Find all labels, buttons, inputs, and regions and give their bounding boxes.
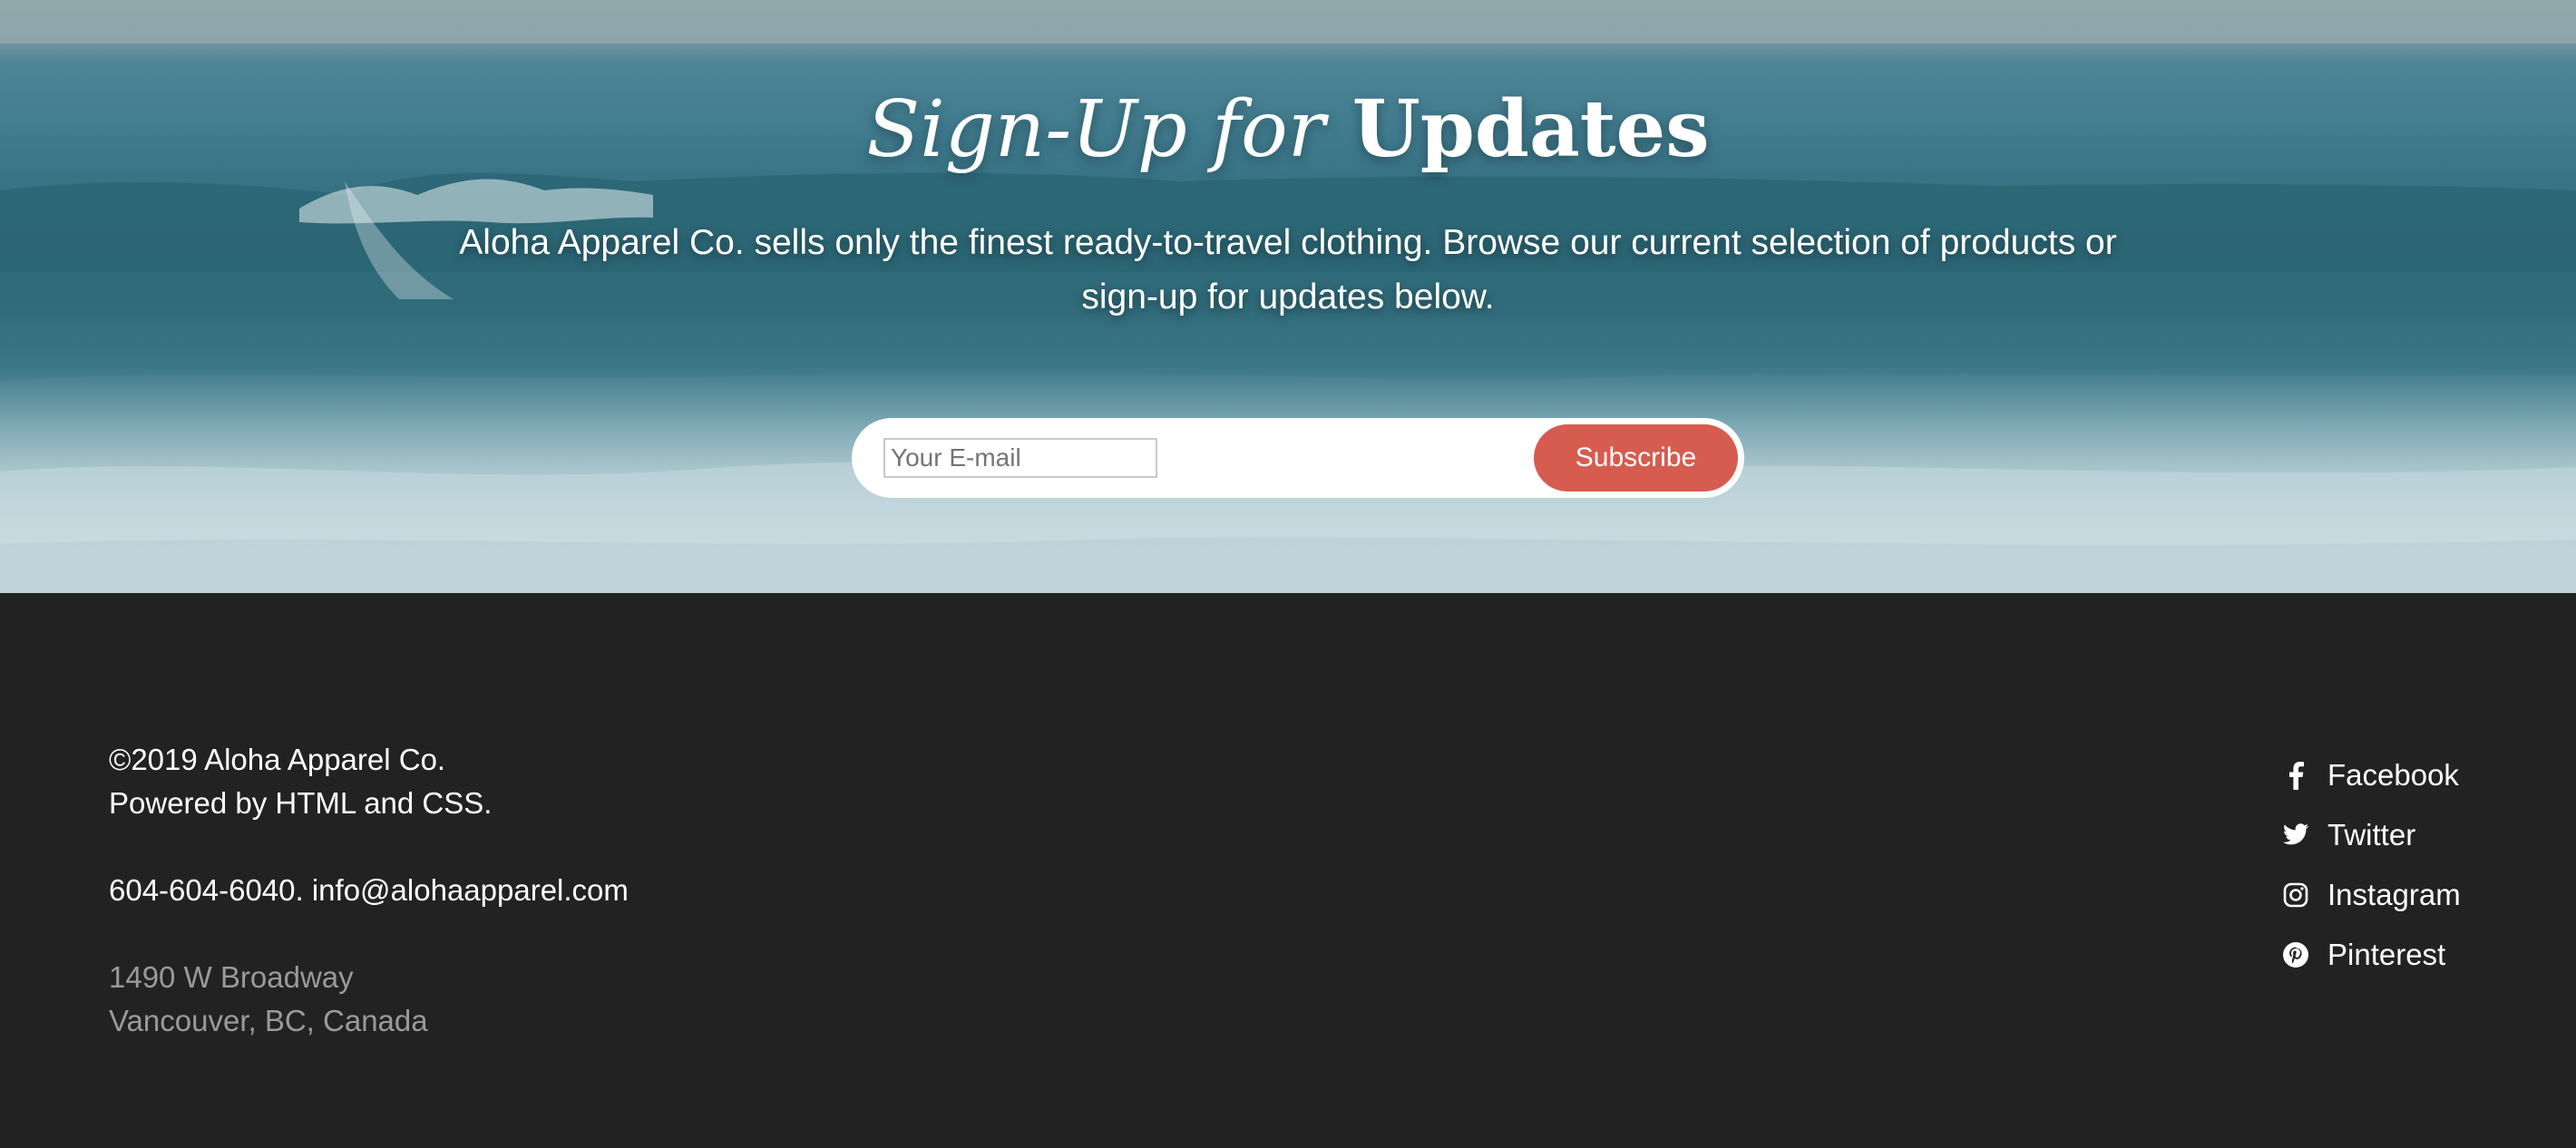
page-title: Sign-Up for Updates — [0, 80, 2576, 180]
email-input[interactable] — [883, 438, 1157, 478]
footer-info: ©2019 Aloha Apparel Co. Powered by HTML … — [109, 738, 629, 1043]
title-bold-part: Updates — [1351, 83, 1710, 175]
social-label-twitter: Twitter — [2327, 818, 2416, 851]
address-line-1: 1490 W Broadway — [109, 960, 354, 994]
site-footer: ©2019 Aloha Apparel Co. Powered by HTML … — [0, 593, 2576, 1148]
address-line-2: Vancouver, BC, Canada — [109, 1004, 428, 1037]
social-link-facebook[interactable]: Facebook — [2282, 745, 2461, 805]
pinterest-icon — [2282, 939, 2309, 970]
hero-description: Aloha Apparel Co. sells only the finest … — [459, 223, 2117, 316]
powered-by-text: Powered by HTML and CSS. — [109, 786, 493, 820]
social-link-instagram[interactable]: Instagram — [2282, 865, 2461, 925]
contact-text: 604-604-6040. info@alohaapparel.com — [109, 873, 629, 907]
social-label-instagram: Instagram — [2327, 878, 2461, 911]
subscribe-button[interactable]: Subscribe — [1534, 424, 1738, 491]
social-label-pinterest: Pinterest — [2327, 938, 2446, 971]
instagram-icon — [2282, 880, 2309, 910]
subscribe-form: Subscribe — [852, 418, 1744, 498]
social-label-facebook: Facebook — [2327, 758, 2459, 792]
copyright-text: ©2019 Aloha Apparel Co. — [109, 743, 446, 776]
title-italic-part: Sign-Up for — [866, 84, 1325, 175]
social-links: Facebook Twitter Instagram Pinterest — [2282, 745, 2461, 985]
social-link-pinterest[interactable]: Pinterest — [2282, 925, 2461, 985]
twitter-icon — [2282, 820, 2309, 851]
social-link-twitter[interactable]: Twitter — [2282, 805, 2461, 865]
facebook-icon — [2282, 760, 2309, 791]
signup-hero: Sign-Up for Updates Aloha Apparel Co. se… — [0, 0, 2576, 593]
